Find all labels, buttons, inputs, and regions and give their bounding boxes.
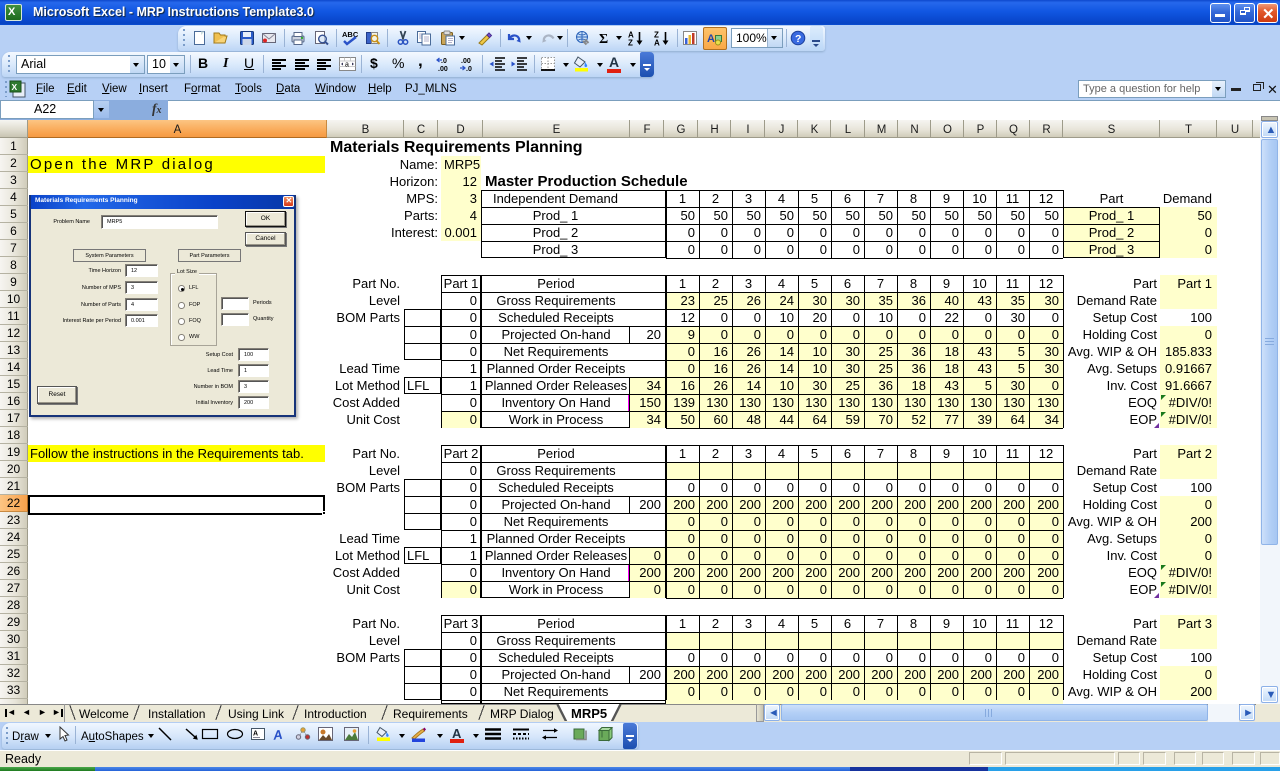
svg-text:Z: Z — [628, 39, 633, 47]
svg-text:.0: .0 — [466, 66, 472, 72]
svg-text:.0: .0 — [441, 58, 447, 65]
svg-text:.00: .00 — [461, 58, 471, 65]
svg-text:A: A — [707, 33, 715, 45]
svg-text:.00: .00 — [438, 66, 448, 72]
svg-text:a: a — [345, 62, 349, 69]
svg-text:X: X — [12, 82, 18, 92]
svg-text:A: A — [253, 731, 258, 738]
svg-text:?: ? — [795, 33, 801, 45]
svg-text:A: A — [654, 39, 660, 47]
svg-text:Σ: Σ — [599, 32, 608, 46]
svg-text:A: A — [272, 727, 283, 742]
